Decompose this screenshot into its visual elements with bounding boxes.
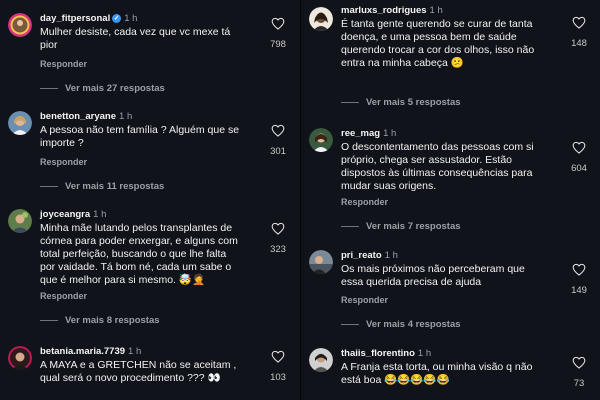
comment-text: A pessoa não tem família ? Alguém que se… xyxy=(40,124,240,149)
view-more-replies-label: Ver mais 11 respostas xyxy=(65,181,165,192)
username-text[interactable]: benetton_aryane xyxy=(40,111,116,122)
comment-username[interactable]: benetton_aryane 1 h xyxy=(40,111,132,122)
comment-time: 1 h xyxy=(384,250,398,261)
username-text[interactable]: ree_mag xyxy=(341,128,380,139)
comment-time: 1 h xyxy=(119,111,133,122)
view-more-replies-label: Ver mais 8 respostas xyxy=(65,315,160,326)
view-more-replies-label: Ver mais 4 respostas xyxy=(366,319,461,330)
reply-button[interactable]: Responder xyxy=(341,197,388,207)
avatar[interactable] xyxy=(8,111,32,135)
comment-username[interactable]: ree_mag 1 h xyxy=(341,128,396,139)
comment-username[interactable]: joyceangra 1 h xyxy=(40,209,106,220)
comment-text: Minha mãe lutando pelos transplantes de … xyxy=(40,222,238,286)
comment-username[interactable]: marluxs_rodrigues 1 h xyxy=(341,5,443,16)
heart-icon xyxy=(271,350,285,363)
divider-line xyxy=(40,87,58,89)
avatar[interactable] xyxy=(8,346,32,370)
avatar[interactable] xyxy=(309,7,333,31)
like-button[interactable]: 103 xyxy=(266,350,290,383)
reply-button[interactable]: Responder xyxy=(40,157,87,167)
heart-icon xyxy=(572,356,586,369)
comment-username[interactable]: thaiis_florentino 1 h xyxy=(341,348,431,359)
heart-icon xyxy=(271,17,285,30)
view-more-replies-label: Ver mais 27 respostas xyxy=(65,83,165,94)
divider-line xyxy=(341,323,359,325)
view-more-replies-button[interactable]: Ver mais 5 respostas xyxy=(341,97,461,108)
like-count: 148 xyxy=(571,38,587,49)
like-button[interactable]: 301 xyxy=(266,124,290,157)
avatar[interactable] xyxy=(309,128,333,152)
comment-text: É tanta gente querendo se curar de tanta… xyxy=(341,18,535,69)
divider-line xyxy=(40,185,58,187)
avatar[interactable] xyxy=(309,348,333,372)
reply-button[interactable]: Responder xyxy=(40,291,87,301)
heart-icon xyxy=(572,141,586,154)
view-more-replies-button[interactable]: Ver mais 4 respostas xyxy=(341,319,461,330)
view-more-replies-button[interactable]: Ver mais 7 respostas xyxy=(341,221,461,232)
comment-username[interactable]: betania.maria.7739 1 h xyxy=(40,346,141,357)
avatar[interactable] xyxy=(309,250,333,274)
comment-text: A MAYA e a GRETCHEN não se aceitam , qua… xyxy=(40,359,237,384)
view-more-replies-label: Ver mais 5 respostas xyxy=(366,97,461,108)
comment-text: O descontentamento das pessoas com si pr… xyxy=(341,141,534,192)
heart-icon xyxy=(271,222,285,235)
comment-text: Os mais próximos não perceberam que essa… xyxy=(341,263,525,288)
like-button[interactable]: 798 xyxy=(266,17,290,50)
verified-badge-icon: ✓ xyxy=(112,13,122,23)
reply-button[interactable]: Responder xyxy=(341,295,388,305)
comments-column-right: marluxs_rodrigues 1 h É tanta gente quere… xyxy=(301,0,600,400)
divider-line xyxy=(341,101,359,103)
like-count: 301 xyxy=(270,146,286,157)
like-button[interactable]: 73 xyxy=(567,356,591,389)
comment-time: 1 h xyxy=(93,209,107,220)
username-text[interactable]: thaiis_florentino xyxy=(341,348,415,359)
avatar[interactable] xyxy=(8,13,32,37)
like-count: 798 xyxy=(270,39,286,50)
view-more-replies-button[interactable]: Ver mais 11 respostas xyxy=(40,181,164,192)
like-count: 73 xyxy=(573,378,585,389)
heart-icon xyxy=(572,263,586,276)
username-text[interactable]: pri_reato xyxy=(341,250,382,261)
comment-time: 1 h xyxy=(128,346,142,357)
comment-username[interactable]: day_fitpersonal ✓ 1 h xyxy=(40,13,137,24)
like-count: 103 xyxy=(270,372,286,383)
view-more-replies-button[interactable]: Ver mais 8 respostas xyxy=(40,315,160,326)
username-text[interactable]: marluxs_rodrigues xyxy=(341,5,427,16)
like-button[interactable]: 323 xyxy=(266,222,290,255)
comment-username[interactable]: pri_reato 1 h xyxy=(341,250,398,261)
like-count: 604 xyxy=(571,163,587,174)
like-count: 149 xyxy=(571,285,587,296)
username-text[interactable]: joyceangra xyxy=(40,209,90,220)
view-more-replies-button[interactable]: Ver mais 27 respostas xyxy=(40,83,165,94)
username-text[interactable]: day_fitpersonal xyxy=(40,13,110,24)
like-button[interactable]: 148 xyxy=(567,16,591,49)
heart-icon xyxy=(572,16,586,29)
reply-button[interactable]: Responder xyxy=(40,59,87,69)
like-button[interactable]: 149 xyxy=(567,263,591,296)
like-count: 323 xyxy=(270,244,286,255)
comments-column-left: day_fitpersonal ✓ 1 h Mulher desiste, cada… xyxy=(0,0,300,400)
divider-line xyxy=(341,225,359,227)
comment-time: 1 h xyxy=(124,13,138,24)
like-button[interactable]: 604 xyxy=(567,141,591,174)
comment-time: 1 h xyxy=(429,5,443,16)
comment-text: A Franja esta torta, ou minha visão q nã… xyxy=(341,361,533,386)
avatar[interactable] xyxy=(8,209,32,233)
comment-time: 1 h xyxy=(383,128,397,139)
divider-line xyxy=(40,319,58,321)
comment-time: 1 h xyxy=(417,348,432,359)
heart-icon xyxy=(271,124,285,137)
comment-text: Mulher desiste, cada vez que vc mexe tá … xyxy=(40,26,231,51)
view-more-replies-label: Ver mais 7 respostas xyxy=(366,221,461,232)
username-text[interactable]: betania.maria.7739 xyxy=(40,346,125,357)
